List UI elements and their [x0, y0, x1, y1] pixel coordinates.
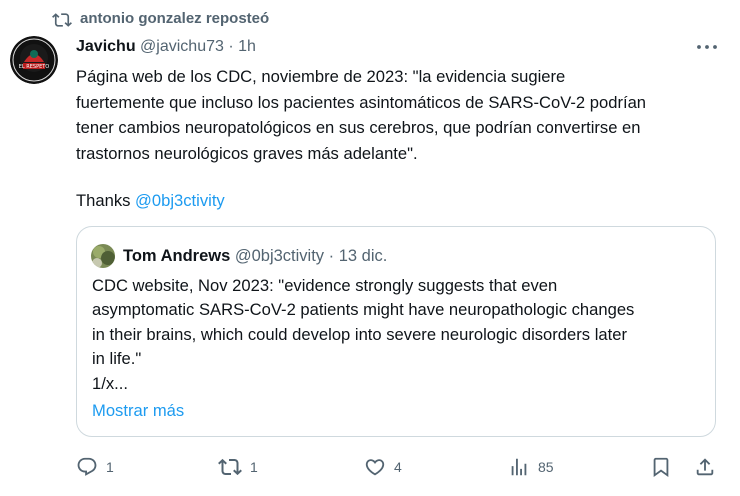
share-button[interactable]: [694, 452, 716, 482]
show-more-link[interactable]: Mostrar más: [92, 399, 184, 423]
share-icon: [696, 458, 714, 476]
quote-header: Tom Andrews @0bj3ctivity · 13 dic.: [123, 244, 387, 268]
svg-text:EL RESPETO: EL RESPETO: [19, 64, 50, 70]
post-text-line: trastornos neurológicos graves más adela…: [76, 143, 418, 163]
like-icon: [365, 459, 385, 476]
quote-author-handle: @0bj3ctivity: [234, 247, 325, 265]
quote-text-line: 1/x...: [92, 373, 128, 393]
bookmark-icon: [653, 457, 669, 478]
quote-text-line: CDC website, Nov 2023: "evidence strongl…: [92, 276, 558, 295]
quote-text: CDC website, Nov 2023: "evidence strongl…: [92, 274, 707, 396]
quote-text-line: asymptomatic SARS-CoV-2 patients might h…: [92, 300, 635, 320]
author-handle[interactable]: @javichu73: [140, 38, 224, 55]
reply-icon: [77, 457, 97, 476]
repost-label[interactable]: antonio gonzalez reposteó: [80, 9, 269, 29]
more-icon[interactable]: [694, 37, 720, 57]
separator-dot: ·: [228, 38, 234, 55]
post-header: Javichu @javichu73 · 1h: [76, 37, 256, 57]
views-count: 85: [538, 459, 554, 475]
quote-author-name: Tom Andrews: [123, 247, 231, 265]
like-button[interactable]: 4: [364, 452, 402, 482]
post-text-line: Página web de los CDC, noviembre de 2023…: [76, 67, 566, 86]
repost-button[interactable]: 1: [218, 452, 258, 482]
views-button[interactable]: 85: [508, 452, 554, 482]
action-bar: 1 1 4 85: [0, 452, 740, 482]
like-count: 4: [394, 459, 402, 475]
post-text-line: fuertemente que incluso los pacientes as…: [76, 92, 647, 112]
post-text-line: tener cambios neuropatológicos en sus ce…: [76, 118, 641, 137]
quote-text-line: in life.": [92, 349, 142, 369]
views-icon: [511, 458, 527, 476]
thanks-text: Thanks: [76, 191, 136, 210]
post-time[interactable]: 1h: [238, 38, 256, 55]
repost-count: 1: [250, 459, 258, 475]
bookmark-button[interactable]: [650, 452, 672, 482]
quote-time: 13 dic.: [338, 247, 388, 265]
mention-link[interactable]: @0bj3ctivity: [135, 191, 225, 210]
repost-icon: [218, 458, 242, 476]
author-name[interactable]: Javichu: [76, 38, 136, 55]
repost-header: antonio gonzalez reposteó: [0, 0, 740, 36]
repost-icon: [52, 13, 72, 27]
quote-text-line: in their brains, which could develop int…: [92, 324, 627, 344]
reply-button[interactable]: 1: [76, 452, 114, 482]
reply-count: 1: [106, 459, 114, 475]
quoted-post[interactable]: Tom Andrews @0bj3ctivity · 13 dic. CDC w…: [76, 226, 716, 437]
separator-dot: ·: [328, 247, 335, 265]
post-text: Página web de los CDC, noviembre de 2023…: [76, 64, 732, 166]
thanks-line: Thanks @0bj3ctivity: [76, 188, 225, 213]
avatar[interactable]: EL RESPETO: [10, 36, 58, 84]
quote-avatar: [91, 244, 115, 268]
